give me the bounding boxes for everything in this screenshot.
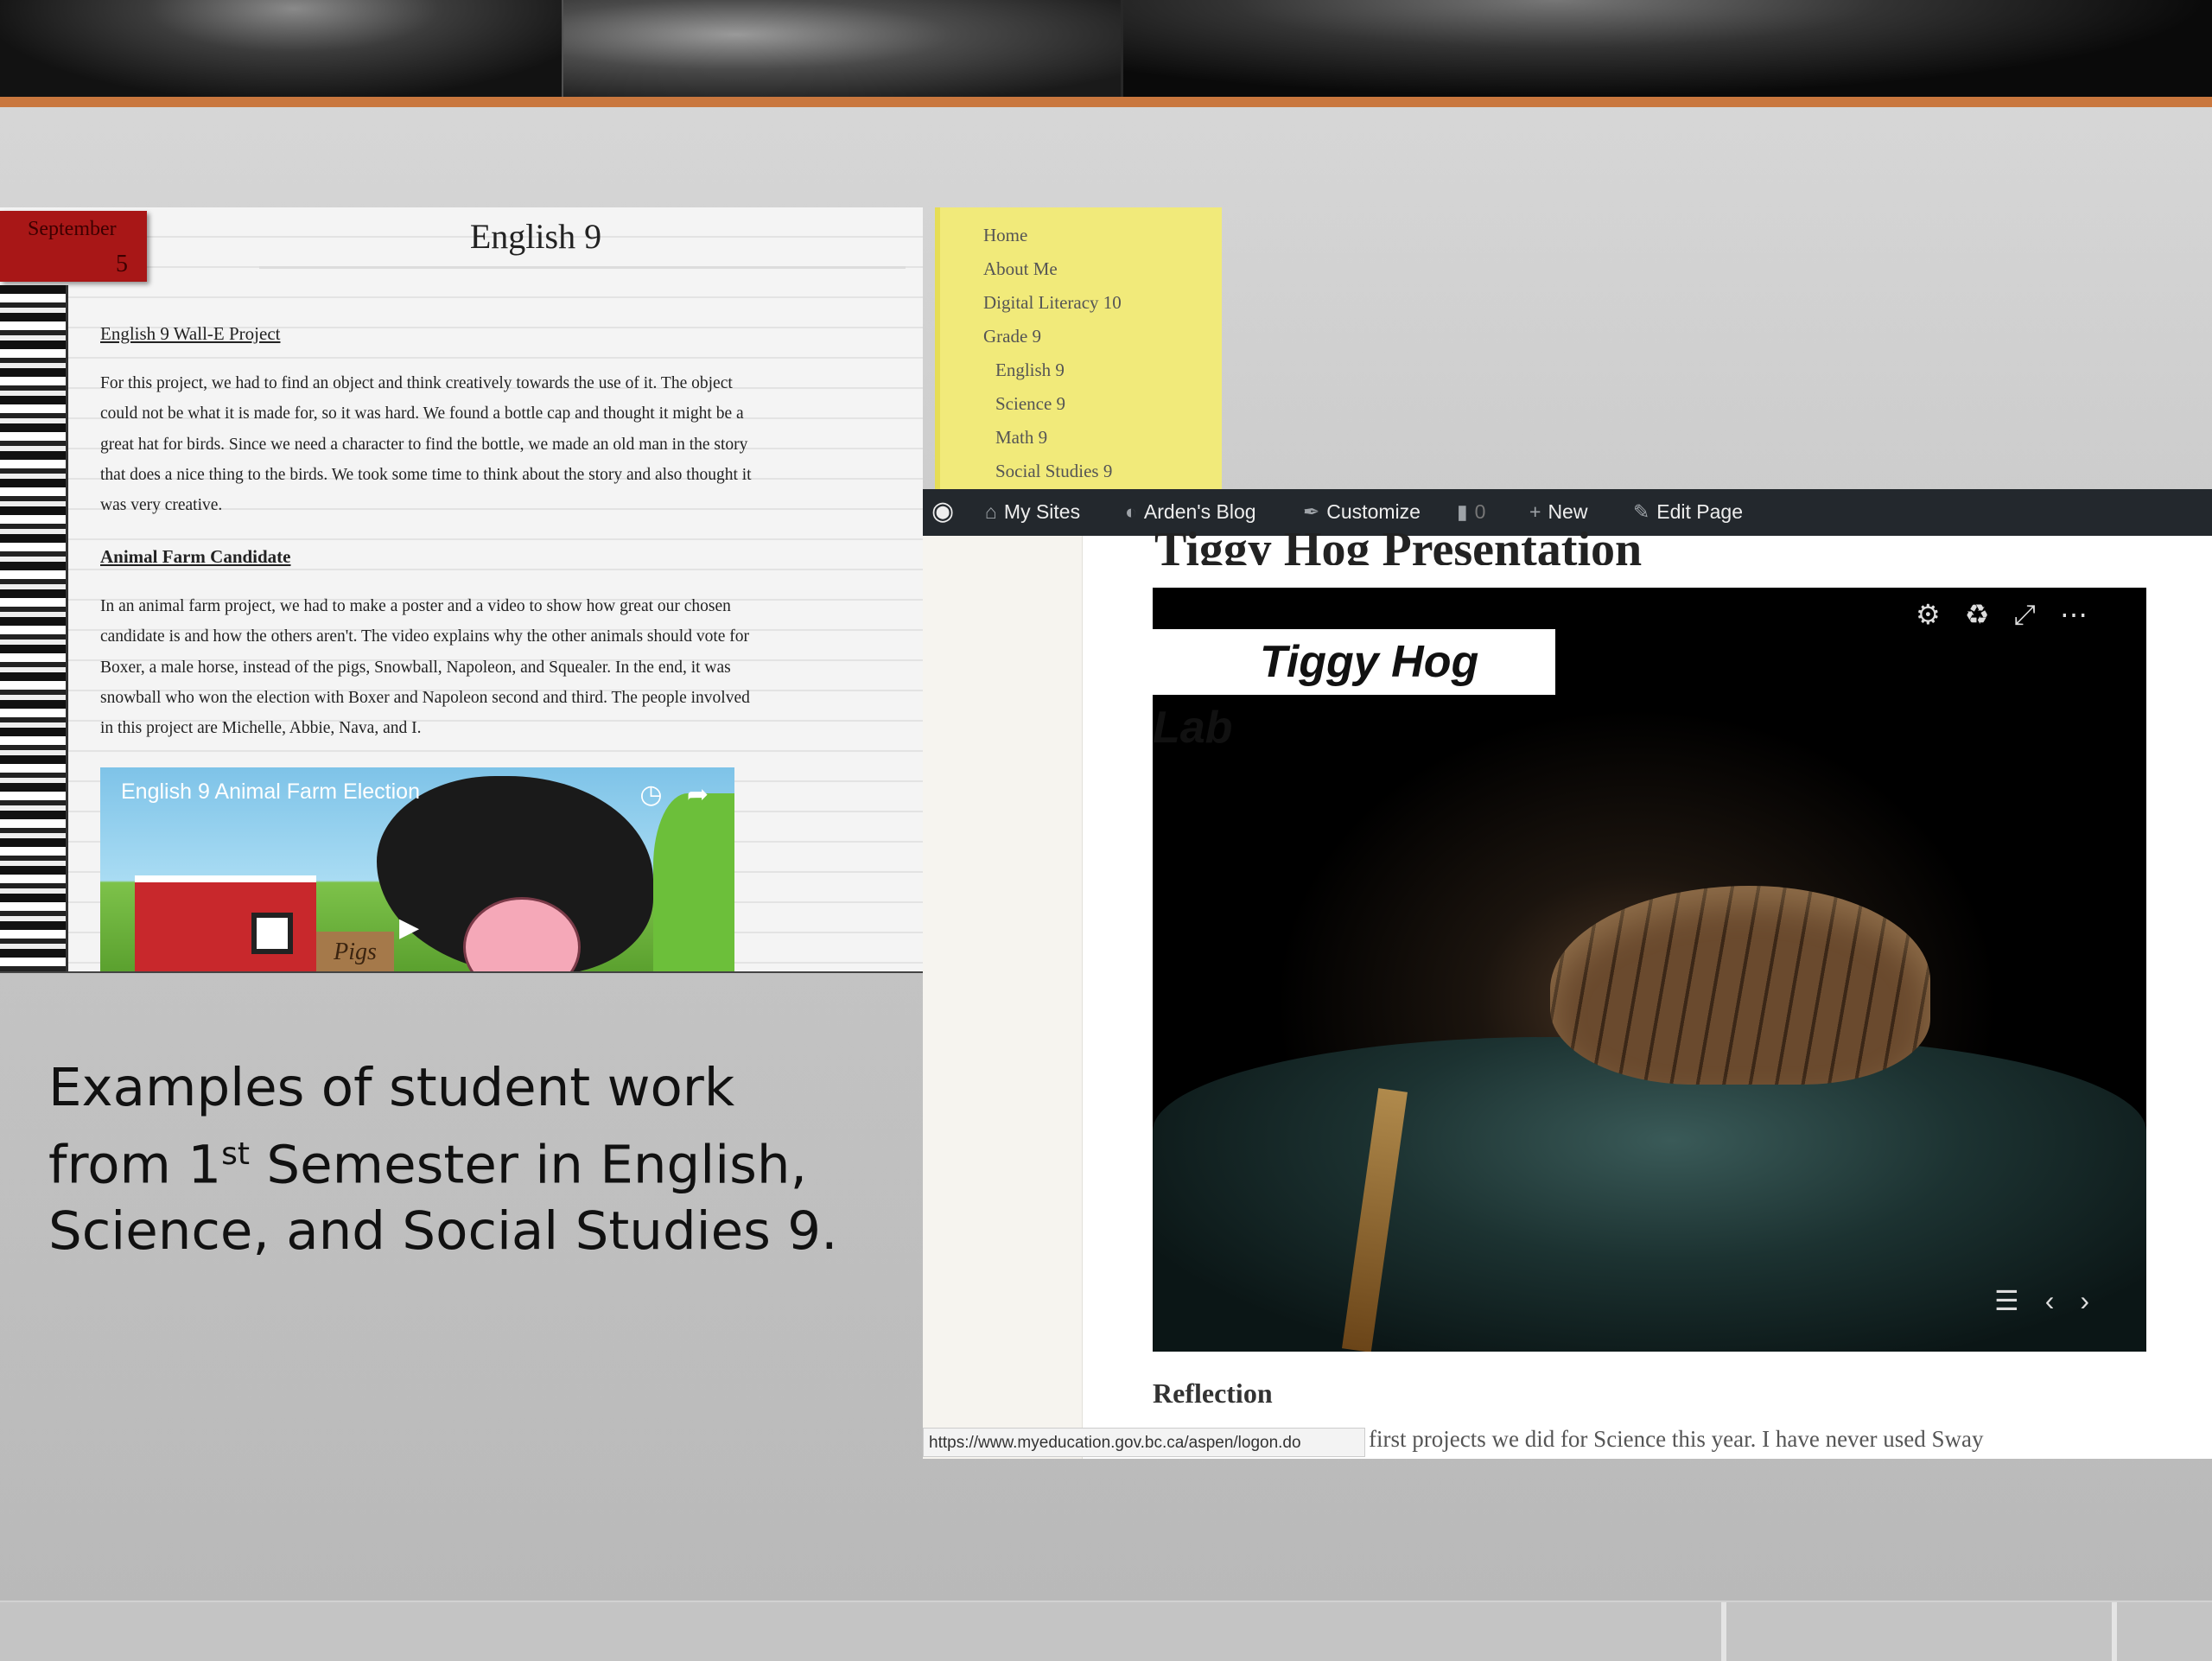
video-sign: Pigs xyxy=(316,932,394,973)
customize-label: Customize xyxy=(1326,500,1421,523)
dashboard-icon: ◐ xyxy=(1125,500,1137,523)
barn-window xyxy=(251,913,293,954)
watch-later-icon[interactable]: ◷ xyxy=(639,780,662,809)
nav-item-social-studies-9[interactable]: Social Studies 9 xyxy=(995,461,1112,482)
nav-item-digital-literacy[interactable]: Digital Literacy 10 xyxy=(983,292,1122,314)
edit-page-label: Edit Page xyxy=(1656,500,1744,523)
nav-item-math-9[interactable]: Math 9 xyxy=(995,427,1047,449)
notebook-spiral xyxy=(0,285,68,973)
remix-icon[interactable]: ♻ xyxy=(1965,599,2014,630)
title-divider xyxy=(259,266,906,269)
date-month: September xyxy=(28,218,117,240)
nav-item-english-9[interactable]: English 9 xyxy=(995,360,1065,381)
reflection-heading: Reflection xyxy=(1153,1378,1273,1409)
section2-line: candidate is and how the others aren't. … xyxy=(100,627,749,646)
video-toolbar: ◷ ➦ xyxy=(639,780,709,810)
section2-line: snowball who won the election with Boxer… xyxy=(100,688,750,707)
section2-line: in this project are Michelle, Abbie, Nav… xyxy=(100,719,422,738)
blog-nav-menu: Home About Me Digital Literacy 10 Grade … xyxy=(935,207,1222,493)
post-title: Tiggy Hog Presentation xyxy=(1154,524,1643,565)
fullscreen-icon[interactable]: ⤢ xyxy=(2013,599,2060,630)
plus-icon: + xyxy=(1529,500,1541,523)
header-banner xyxy=(0,0,2212,97)
sway-top-toolbar: ⚙♻⤢⋯ xyxy=(1916,598,2112,632)
slide-footer-strip xyxy=(0,1601,2212,1661)
video-field-art xyxy=(653,793,734,973)
comment-icon: ▮ xyxy=(1457,500,1468,523)
banner-image-1 xyxy=(0,0,562,97)
video-embed[interactable]: Pigs English 9 Animal Farm Election ◷ ➦ … xyxy=(100,767,734,973)
section1-line: that does a nice thing to the birds. We … xyxy=(100,465,752,484)
caption-line-1: Examples of student work xyxy=(48,1057,735,1118)
nav-item-home[interactable]: Home xyxy=(983,225,1027,246)
pill-bug-art xyxy=(1550,886,1930,1085)
banner-image-3 xyxy=(1123,0,2212,97)
section1-heading-link[interactable]: English 9 Wall-E Project xyxy=(100,323,904,345)
footer-divider xyxy=(1721,1602,1726,1661)
play-icon[interactable]: ▶ xyxy=(399,913,419,943)
section1-line: For this project, we had to find an obje… xyxy=(100,374,733,392)
wordpress-page-screenshot: ◉ ⌂ My Sites ◐ Arden's Blog ✒ Customize ▮ 0 … xyxy=(923,489,2212,1459)
date-day: 5 xyxy=(116,251,128,277)
date-tab: September 5 xyxy=(0,211,147,282)
section1-paragraph: For this project, we had to find an obje… xyxy=(100,368,904,520)
more-icon[interactable]: ⋯ xyxy=(2060,599,2112,630)
reflection-text: first projects we did for Science this y… xyxy=(1369,1426,1984,1452)
footer-divider xyxy=(2112,1602,2117,1661)
customize-menu[interactable]: ✒ Customize xyxy=(1303,500,1421,524)
section2-line: Boxer, a male horse, instead of the pigs… xyxy=(100,658,731,677)
section2-heading: Animal Farm Candidate xyxy=(100,546,291,567)
my-sites-label: My Sites xyxy=(1003,500,1081,523)
video-title[interactable]: English 9 Animal Farm Election xyxy=(121,780,420,805)
pencil-icon: ✎ xyxy=(1633,500,1650,523)
wordpress-logo-icon[interactable]: ◉ xyxy=(931,496,954,526)
caption-line-2-end: Semester in English, xyxy=(250,1134,807,1196)
sites-icon: ⌂ xyxy=(985,500,997,523)
sway-embed[interactable]: Tiggy Hog Lab ⚙♻⤢⋯ ☰‹› xyxy=(1153,588,2146,1352)
edit-page-menu[interactable]: ✎ Edit Page xyxy=(1633,500,1743,524)
screenshot-bottom-border xyxy=(0,971,923,973)
next-icon[interactable]: › xyxy=(2080,1285,2115,1316)
comments-menu[interactable]: ▮ 0 xyxy=(1457,500,1485,524)
my-sites-menu[interactable]: ⌂ My Sites xyxy=(985,500,1080,524)
nav-item-science-9[interactable]: Science 9 xyxy=(995,393,1065,415)
video-barn-art xyxy=(135,875,316,973)
sway-title: Tiggy Hog Lab xyxy=(1153,629,1555,753)
caption-line-2: from 1st Semester in English, xyxy=(48,1121,912,1198)
comments-count: 0 xyxy=(1474,500,1486,523)
blog-label: Arden's Blog xyxy=(1143,500,1256,523)
new-menu[interactable]: + New xyxy=(1529,500,1587,524)
new-label: New xyxy=(1548,500,1588,523)
banner-accent-line xyxy=(0,97,2212,107)
share-icon[interactable]: ➦ xyxy=(687,780,709,809)
section1-line: great hat for birds. Since we need a cha… xyxy=(100,435,748,454)
brush-icon: ✒ xyxy=(1303,500,1320,523)
browser-status-url: https://www.myeducation.gov.bc.ca/aspen/… xyxy=(923,1428,1365,1457)
section2-line: In an animal farm project, we had to mak… xyxy=(100,597,731,615)
navigation-list-icon[interactable]: ☰ xyxy=(1994,1285,2045,1316)
nav-item-about[interactable]: About Me xyxy=(983,258,1058,280)
section1-line: was very creative. xyxy=(100,496,223,515)
previous-icon[interactable]: ‹ xyxy=(2045,1285,2081,1316)
section1-line: could not be what it is made for, so it … xyxy=(100,404,744,423)
blog-menu[interactable]: ◐ Arden's Blog xyxy=(1125,500,1256,524)
banner-image-2 xyxy=(563,0,1121,97)
nav-item-grade-9[interactable]: Grade 9 xyxy=(983,326,1041,347)
english-blog-screenshot: September 5 English 9 English 9 Wall-E P… xyxy=(0,207,923,973)
page-title: English 9 xyxy=(469,217,602,256)
settings-icon[interactable]: ⚙ xyxy=(1916,599,1965,630)
sway-bottom-toolbar: ☰‹› xyxy=(1994,1284,2115,1317)
page-side-margin xyxy=(923,536,1083,1459)
caption-line-3: Science, and Social Studies 9. xyxy=(48,1200,838,1263)
slide-caption: Examples of student work from 1st Semest… xyxy=(48,1054,912,1264)
caption-line-2-start: from 1 xyxy=(48,1134,222,1196)
caption-superscript: st xyxy=(221,1136,251,1172)
section2-paragraph: In an animal farm project, we had to mak… xyxy=(100,591,904,743)
